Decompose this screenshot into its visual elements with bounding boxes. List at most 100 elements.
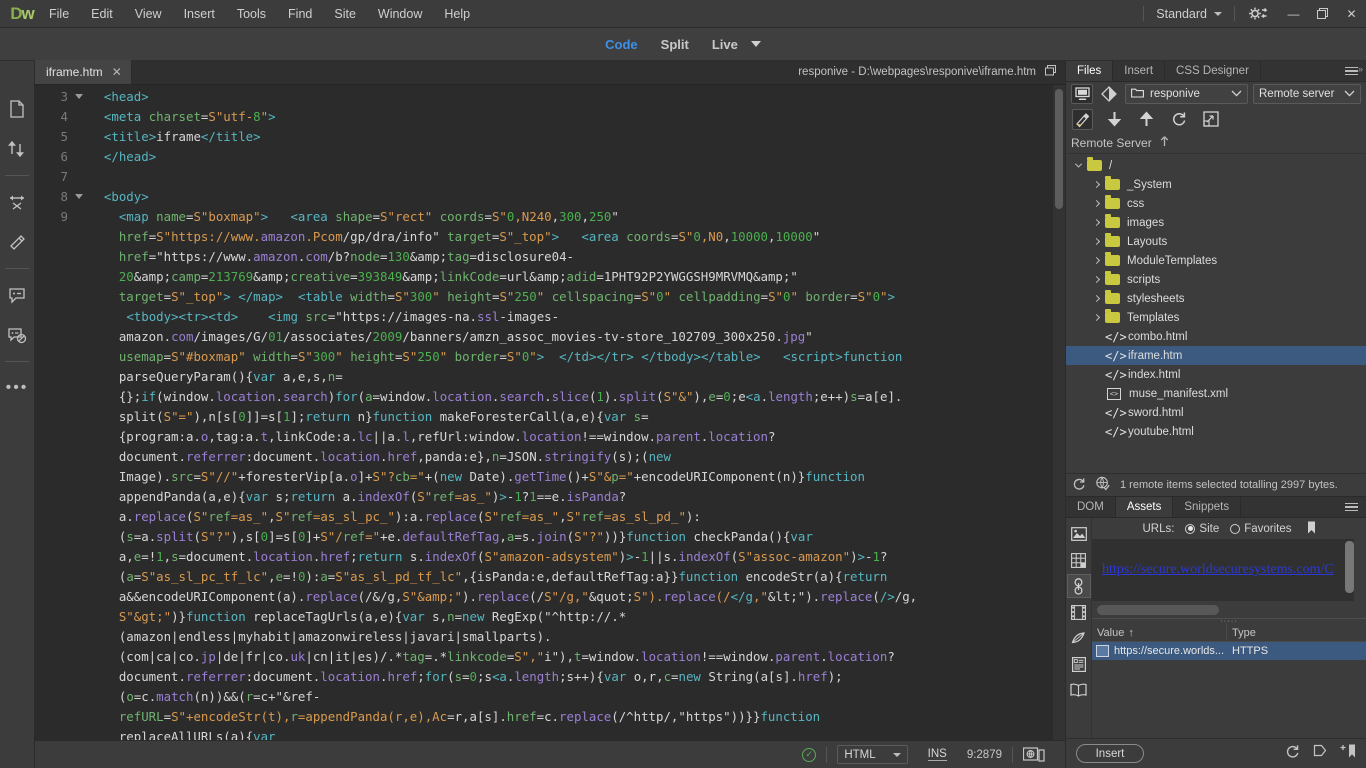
- code-line[interactable]: [89, 167, 1065, 187]
- code-line[interactable]: (o=c.match(n))&&(r=c+"&ref-: [89, 687, 1065, 707]
- file-tree-row[interactable]: scripts: [1066, 270, 1366, 289]
- code-line[interactable]: a.replace(S"ref=as_",S"ref=as_sl_pc_"…: [89, 507, 1065, 527]
- tab-code[interactable]: Code: [605, 37, 638, 52]
- sort-ascending-icon[interactable]: [1160, 136, 1169, 150]
- code-line[interactable]: amazon.com/images/G/01/associates/2009/b…: [89, 327, 1065, 347]
- server-selector[interactable]: Remote server: [1253, 84, 1361, 104]
- code-line[interactable]: (com|ca|co.jp|de|fr|co.uk|cn|it|es)/.*ta…: [89, 647, 1065, 667]
- code-editor[interactable]: 3 4 5 6 7 8 9 <head> <meta charset=S"utf-8">…: [35, 85, 1065, 740]
- code-line[interactable]: target=S"_top"> </map> <table width=S…: [89, 287, 1065, 307]
- add-to-favorites-icon[interactable]: [1340, 744, 1356, 763]
- flash-icon[interactable]: [1067, 626, 1091, 650]
- menu-item-edit[interactable]: Edit: [80, 0, 124, 28]
- menu-item-site[interactable]: Site: [323, 0, 367, 28]
- asset-preview-link[interactable]: https://secure.worldsecuresystems.com/C: [1092, 562, 1334, 578]
- put-files-icon[interactable]: [1136, 109, 1157, 130]
- gear-sync-icon[interactable]: [1243, 0, 1273, 28]
- column-header-type[interactable]: Type: [1227, 624, 1261, 641]
- expand-icon[interactable]: [0, 182, 35, 222]
- editor-vertical-scrollbar[interactable]: [1053, 85, 1065, 740]
- comment-icon[interactable]: [0, 275, 35, 315]
- edit-icon[interactable]: [1313, 744, 1327, 763]
- menu-item-tools[interactable]: Tools: [226, 0, 277, 28]
- get-files-icon[interactable]: [1104, 109, 1125, 130]
- document-tab-iframe[interactable]: iframe.htm ✕: [35, 60, 132, 84]
- close-icon[interactable]: ✕: [112, 65, 122, 79]
- scrollbar-thumb[interactable]: [1097, 605, 1219, 615]
- file-tree-row[interactable]: <> muse_manifest.xml: [1066, 384, 1366, 403]
- refresh-icon[interactable]: [1285, 744, 1300, 764]
- fold-toggle-icon[interactable]: [73, 87, 85, 107]
- file-tree-row[interactable]: </> combo.html: [1066, 327, 1366, 346]
- validation-status[interactable]: ✓: [792, 741, 826, 768]
- tab-files[interactable]: Files: [1066, 61, 1113, 81]
- close-button[interactable]: ✕: [1337, 0, 1366, 28]
- tree-twisty-closed[interactable]: [1088, 182, 1105, 187]
- movies-icon[interactable]: [1067, 600, 1091, 624]
- doctype-selector[interactable]: HTML: [827, 741, 917, 768]
- menu-item-find[interactable]: Find: [277, 0, 323, 28]
- file-tree-row[interactable]: </> sword.html: [1066, 403, 1366, 422]
- code-line[interactable]: refURL=S"+encodeStr(t),r=appendPanda(r,…: [89, 707, 1065, 727]
- code-line[interactable]: (a=S"as_sl_pc_tf_lc",e=!0):a=S"as_sl_…: [89, 567, 1065, 587]
- code-line[interactable]: <head>: [89, 87, 1065, 107]
- file-tree-row[interactable]: ModuleTemplates: [1066, 251, 1366, 270]
- tab-assets[interactable]: Assets: [1116, 497, 1174, 517]
- code-fold-column[interactable]: [73, 85, 85, 740]
- tree-twisty-open[interactable]: [1070, 163, 1087, 168]
- radio-favorites[interactable]: Favorites: [1230, 523, 1291, 535]
- column-header-value[interactable]: Value ↑: [1092, 624, 1227, 641]
- tree-twisty-closed[interactable]: [1088, 258, 1105, 263]
- insert-button[interactable]: Insert: [1076, 744, 1144, 763]
- panel-menu-icon[interactable]: [1337, 497, 1366, 517]
- code-line[interactable]: <meta charset=S"utf-8">: [89, 107, 1065, 127]
- file-tree-row[interactable]: </> youtube.html: [1066, 422, 1366, 441]
- code-line[interactable]: S"&gt;")}function replaceTagUrls(a,e){…: [89, 607, 1065, 627]
- expand-panel-icon[interactable]: [1200, 109, 1221, 130]
- restore-document-icon[interactable]: [1045, 65, 1056, 79]
- remove-comment-icon[interactable]: [0, 315, 35, 355]
- code-line[interactable]: (amazon|endless|myhabit|amazonwireless|j…: [89, 627, 1065, 647]
- menu-item-window[interactable]: Window: [367, 0, 433, 28]
- tab-css-designer[interactable]: CSS Designer: [1165, 61, 1261, 81]
- preview-scrollbar-thumb[interactable]: [1345, 541, 1354, 593]
- live-view-group[interactable]: Live: [712, 37, 761, 52]
- code-line[interactable]: usemap=S"#boxmap" width=S"300" heigh…: [89, 347, 1065, 367]
- refresh-icon[interactable]: [1072, 477, 1086, 494]
- code-line[interactable]: document.referrer:document.location.href…: [89, 667, 1065, 687]
- bookmark-icon[interactable]: [1307, 521, 1316, 537]
- code-line[interactable]: (s=a.split(S"?"),s[0]=s[0]+S"/ref="+…: [89, 527, 1065, 547]
- preview-horizontal-scrollbar[interactable]: [1097, 604, 1354, 616]
- git-icon[interactable]: [1098, 84, 1120, 104]
- tab-live[interactable]: Live: [712, 37, 738, 52]
- code-line[interactable]: <title>iframe</title>: [89, 127, 1065, 147]
- file-tree-row[interactable]: Templates: [1066, 308, 1366, 327]
- file-tree-row[interactable]: </> iframe.htm: [1066, 346, 1366, 365]
- code-line[interactable]: href=S"https://www.amazon.Pcom/gp/dra/…: [89, 227, 1065, 247]
- code-line[interactable]: 20&amp;camp=213769&amp;creative=393849&a…: [89, 267, 1065, 287]
- remote-file-tree[interactable]: / _System css images Layouts ModuleTemplates s…: [1066, 154, 1366, 473]
- workspace-switcher[interactable]: Standard: [1152, 7, 1226, 21]
- file-tree-row[interactable]: images: [1066, 213, 1366, 232]
- tab-insert[interactable]: Insert: [1113, 61, 1165, 81]
- code-line[interactable]: </head>: [89, 147, 1065, 167]
- preview-in-browser-icon[interactable]: [1013, 741, 1055, 768]
- scrollbar-thumb[interactable]: [1055, 89, 1063, 209]
- menu-item-file[interactable]: File: [38, 0, 80, 28]
- code-line[interactable]: <map name=S"boxmap"> <area shape=S"re…: [89, 207, 1065, 227]
- code-line[interactable]: replaceAllURLs(a){var: [89, 727, 1065, 740]
- code-line[interactable]: a,e=!1,s=document.location.href;return s…: [89, 547, 1065, 567]
- menu-item-view[interactable]: View: [124, 0, 173, 28]
- manage-sites-icon[interactable]: [1071, 84, 1093, 104]
- tree-twisty-closed[interactable]: [1088, 220, 1105, 225]
- tree-twisty-closed[interactable]: [1088, 239, 1105, 244]
- scripts-icon[interactable]: [1067, 652, 1091, 676]
- file-tree-row[interactable]: stylesheets: [1066, 289, 1366, 308]
- code-line[interactable]: href="https://www.amazon.com/b?node=130&…: [89, 247, 1065, 267]
- code-line[interactable]: <tbody><tr><td> <img src="https://images…: [89, 307, 1065, 327]
- file-tree-row[interactable]: css: [1066, 194, 1366, 213]
- code-format-icon[interactable]: [0, 222, 35, 262]
- refresh-icon[interactable]: [1168, 109, 1189, 130]
- tab-split[interactable]: Split: [661, 37, 689, 52]
- library-icon[interactable]: [1067, 678, 1091, 702]
